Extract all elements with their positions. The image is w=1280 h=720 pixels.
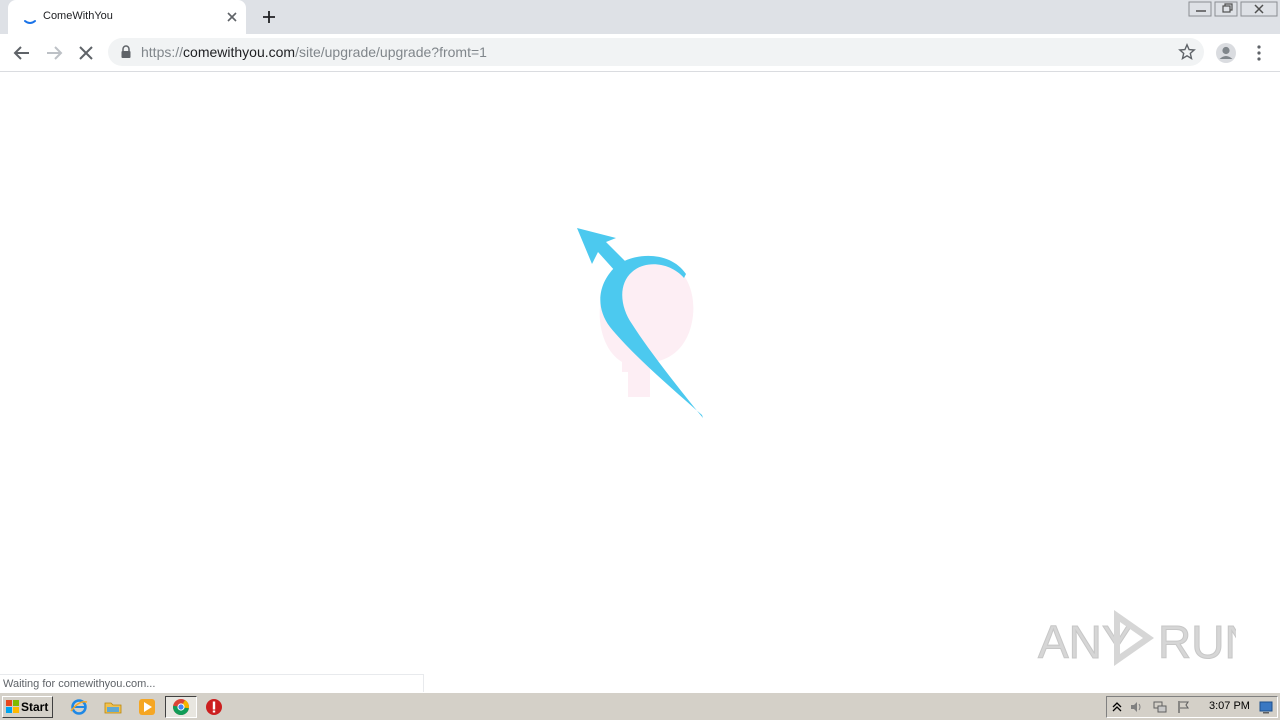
tab-strip: ComeWithYou (0, 0, 1280, 34)
taskbar-chrome-window[interactable] (165, 696, 197, 718)
new-tab-icon[interactable] (260, 8, 278, 26)
profile-avatar-icon[interactable] (1215, 42, 1237, 64)
show-hidden-icons-icon[interactable] (1110, 700, 1124, 714)
taskbar-clock[interactable]: 3:07 PM (1209, 700, 1250, 712)
more-menu-icon[interactable] (1250, 42, 1268, 64)
show-desktop-icon[interactable] (1259, 700, 1273, 714)
start-button[interactable]: Start (2, 696, 53, 718)
internet-explorer-icon[interactable] (70, 698, 88, 716)
minimize-icon[interactable] (1188, 0, 1214, 18)
url-text[interactable]: https://comewithyou.com/site/upgrade/upg… (141, 44, 487, 60)
back-arrow-icon[interactable] (11, 42, 33, 64)
windows-taskbar: Start 3:07 PM (0, 692, 1280, 720)
close-window-icon[interactable] (1240, 0, 1280, 18)
system-tray: 3:07 PM (1106, 696, 1278, 718)
volume-icon[interactable] (1129, 700, 1143, 714)
stop-loading-icon[interactable] (75, 42, 97, 64)
action-center-flag-icon[interactable] (1177, 700, 1191, 714)
tab-comewithyou[interactable]: ComeWithYou (8, 0, 246, 34)
restore-icon[interactable] (1214, 0, 1240, 18)
tab-title: ComeWithYou (43, 10, 113, 22)
window-controls (1188, 0, 1280, 20)
loading-spinner-icon (24, 20, 36, 24)
forward-arrow-icon[interactable] (43, 42, 65, 64)
watermark-right-text: RUN (1158, 616, 1236, 668)
network-icon[interactable] (1153, 700, 1167, 714)
windows-flag-icon (6, 700, 19, 713)
start-label: Start (21, 700, 49, 714)
browser-toolbar: https://comewithyou.com/site/upgrade/upg… (0, 34, 1280, 72)
file-explorer-icon[interactable] (104, 698, 122, 716)
comewithyou-logo-icon (577, 228, 703, 418)
chrome-icon (172, 699, 190, 716)
security-alert-icon[interactable] (205, 698, 223, 716)
lock-icon[interactable] (120, 45, 132, 59)
close-tab-icon[interactable] (224, 9, 240, 25)
anyrun-watermark-logo: ANY RUN (1038, 610, 1236, 669)
bookmark-star-icon[interactable] (1178, 43, 1196, 61)
address-bar[interactable]: https://comewithyou.com/site/upgrade/upg… (108, 38, 1204, 66)
status-bubble: Waiting for comewithyou.com... (0, 674, 424, 692)
media-player-icon[interactable] (138, 698, 156, 716)
